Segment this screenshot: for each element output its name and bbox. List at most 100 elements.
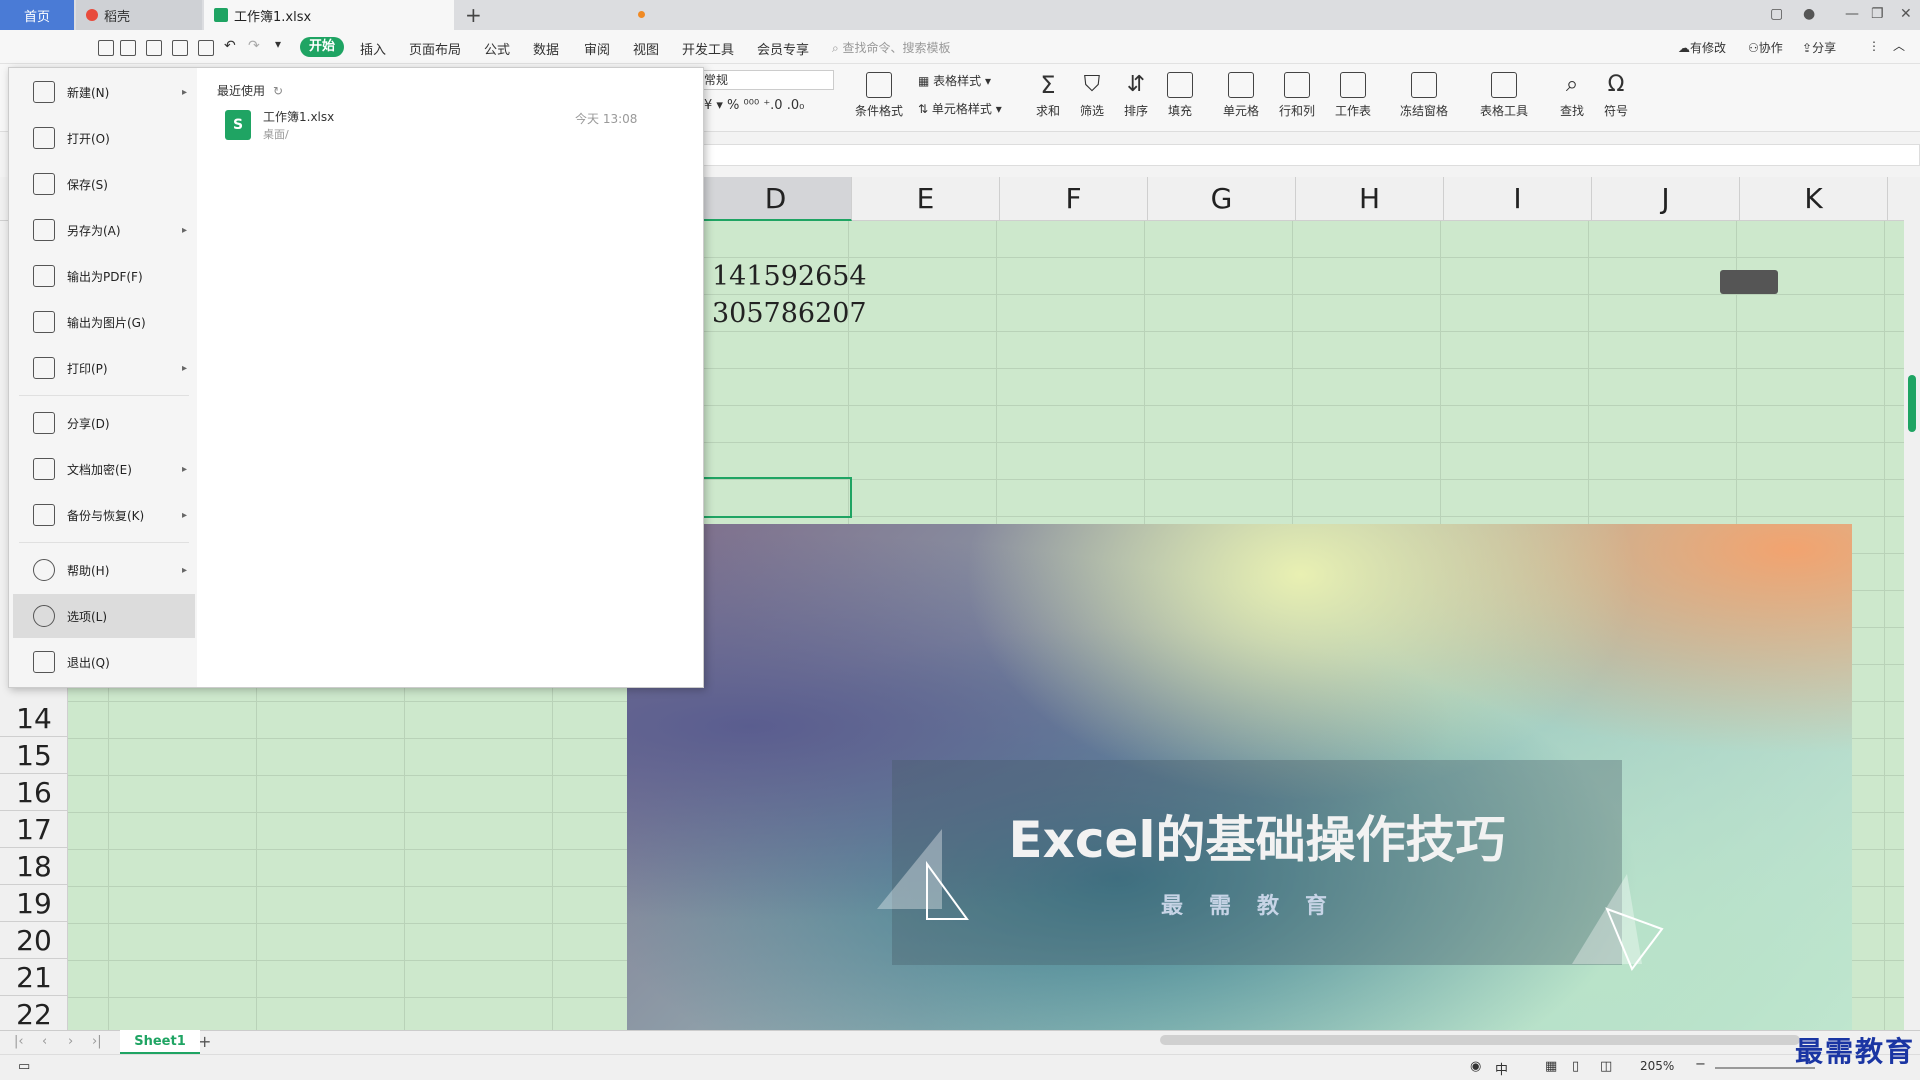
add-sheet-icon[interactable]: +	[198, 1032, 211, 1051]
banner-image[interactable]: Excel的基础操作技巧 最需教育	[627, 524, 1852, 1030]
tab-review[interactable]: 审阅	[584, 39, 610, 58]
menu-item-backup[interactable]: 备份与恢复(K) ▸	[13, 493, 195, 537]
tab-insert[interactable]: 插入	[360, 39, 386, 58]
vertical-scrollbar[interactable]	[1904, 177, 1920, 1030]
undo-icon[interactable]: ↶	[224, 38, 236, 54]
table-tools-button[interactable]: 表格工具	[1474, 72, 1534, 119]
tab-start[interactable]: 开始	[300, 37, 344, 57]
tab-developer[interactable]: 开发工具	[682, 39, 734, 58]
column-header-g[interactable]: G	[1148, 177, 1296, 221]
cell-d2[interactable]: 141592654	[712, 261, 867, 292]
first-sheet-icon[interactable]: |‹	[14, 1034, 24, 1049]
cell-style-button[interactable]: ⇅ 单元格样式 ▾	[918, 100, 1002, 117]
menu-item-open[interactable]: 打开(O)	[13, 116, 195, 160]
menu-item-save[interactable]: 保存(S)	[13, 162, 195, 206]
conditional-format-button[interactable]: 条件格式	[848, 72, 910, 119]
column-header-j[interactable]: J	[1592, 177, 1740, 221]
print-icon[interactable]	[172, 40, 188, 56]
tab-data[interactable]: 数据	[533, 39, 559, 58]
row-header-15[interactable]: 15	[0, 737, 68, 774]
zoom-out-icon[interactable]: −	[1695, 1057, 1706, 1072]
row-header-22[interactable]: 22	[0, 996, 68, 1033]
avatar[interactable]: ●	[1803, 6, 1815, 22]
freeze-panes-button[interactable]: 冻结窗格	[1394, 72, 1454, 119]
zoom-level[interactable]: 205%	[1640, 1059, 1674, 1073]
tab-formula[interactable]: 公式	[484, 39, 510, 58]
vertical-scroll-thumb[interactable]	[1908, 375, 1916, 432]
horizontal-scrollbar[interactable]	[1160, 1035, 1800, 1045]
row-header-21[interactable]: 21	[0, 959, 68, 996]
collapse-ribbon-icon[interactable]: ︿	[1893, 37, 1905, 54]
fill-button[interactable]: 填充	[1162, 72, 1198, 119]
row-header-14[interactable]: 14	[0, 700, 68, 737]
normal-view-icon[interactable]: ▦	[1545, 1059, 1557, 1074]
more-icon[interactable]: ⋮	[1868, 39, 1880, 53]
page-break-view-icon[interactable]: ◫	[1600, 1059, 1612, 1074]
prev-sheet-icon[interactable]: ‹	[42, 1034, 47, 1049]
close-icon[interactable]: ✕	[1900, 6, 1912, 22]
column-header-h[interactable]: H	[1296, 177, 1444, 221]
format-painter-icon[interactable]	[146, 40, 162, 56]
save-icon[interactable]	[120, 40, 136, 56]
last-sheet-icon[interactable]: ›|	[92, 1034, 102, 1049]
tab-docer[interactable]: 稻壳	[76, 0, 202, 30]
row-header-19[interactable]: 19	[0, 885, 68, 922]
float-toolbar-icon[interactable]	[1720, 270, 1778, 294]
formula-input[interactable]	[700, 144, 1920, 166]
sheet-button[interactable]: 工作表	[1330, 72, 1376, 119]
number-format-buttons[interactable]: ¥ ▾ % ⁰⁰⁰ ⁺.0 .0₀	[704, 98, 804, 113]
filter-button[interactable]: ⛉ 筛选	[1074, 72, 1110, 119]
new-tab-button[interactable]: +	[465, 3, 482, 27]
tab-document[interactable]: 工作簿1.xlsx	[204, 0, 645, 30]
new-doc-icon[interactable]	[98, 40, 114, 56]
menu-item-export-image[interactable]: 输出为图片(G)	[13, 300, 195, 344]
restore-icon[interactable]: ❐	[1871, 6, 1884, 22]
menu-item-help[interactable]: 帮助(H) ▸	[13, 548, 195, 592]
layout-icon[interactable]: ▢	[1770, 6, 1783, 22]
cell-d3[interactable]: 305786207	[712, 298, 867, 329]
preview-icon[interactable]	[198, 40, 214, 56]
collaborate-button[interactable]: ⚇协作	[1748, 39, 1783, 56]
column-header-i[interactable]: I	[1444, 177, 1592, 221]
sum-button[interactable]: Σ 求和	[1030, 72, 1066, 119]
next-sheet-icon[interactable]: ›	[68, 1034, 73, 1049]
eye-protect-icon[interactable]: ◉	[1470, 1059, 1481, 1074]
menu-item-export-pdf[interactable]: 输出为PDF(F)	[13, 254, 195, 298]
row-col-button[interactable]: 行和列	[1274, 72, 1320, 119]
column-header-f[interactable]: F	[1000, 177, 1148, 221]
menu-item-options[interactable]: 选项(L)	[13, 594, 195, 638]
row-header-17[interactable]: 17	[0, 811, 68, 848]
selected-cell[interactable]	[700, 477, 852, 518]
minimize-icon[interactable]: —	[1845, 6, 1859, 22]
symbol-button[interactable]: Ω 符号	[1598, 72, 1634, 119]
refresh-icon[interactable]: ↻	[273, 84, 283, 98]
number-format-select[interactable]: 常规	[700, 70, 834, 90]
row-header-16[interactable]: 16	[0, 774, 68, 811]
cell-button[interactable]: 单元格	[1218, 72, 1264, 119]
recent-file-item[interactable]: S 工作簿1.xlsx 桌面/ 今天 13:08	[209, 104, 679, 152]
share-button[interactable]: ⇪分享	[1802, 39, 1836, 56]
menu-item-print[interactable]: 打印(P) ▸	[13, 346, 195, 390]
menu-item-save-as[interactable]: 另存为(A) ▸	[13, 208, 195, 252]
menu-item-encrypt[interactable]: 文档加密(E) ▸	[13, 447, 195, 491]
redo-icon[interactable]: ↷	[248, 38, 260, 54]
tab-member[interactable]: 会员专享	[757, 39, 809, 58]
menu-item-new[interactable]: 新建(N) ▸	[13, 70, 195, 114]
sheet-tab[interactable]: Sheet1	[120, 1030, 200, 1054]
sort-button[interactable]: ⇵ 排序	[1118, 72, 1154, 119]
tab-page-layout[interactable]: 页面布局	[409, 39, 461, 58]
column-header-d[interactable]: D	[700, 177, 852, 221]
modified-button[interactable]: ☁有修改	[1678, 39, 1726, 56]
macro-icon[interactable]: ▭	[18, 1059, 30, 1074]
column-header-k[interactable]: K	[1740, 177, 1888, 221]
input-method-icon[interactable]: 中	[1495, 1059, 1508, 1078]
command-search[interactable]: ⌕ 查找命令、搜索模板	[832, 39, 951, 56]
table-style-button[interactable]: ▦ 表格样式 ▾	[918, 72, 991, 89]
quick-access-more-icon[interactable]: ▾	[275, 37, 281, 51]
menu-item-exit[interactable]: 退出(Q)	[13, 640, 195, 684]
tab-home[interactable]: 首页	[0, 0, 74, 30]
find-button[interactable]: ⌕ 查找	[1554, 72, 1590, 119]
row-header-18[interactable]: 18	[0, 848, 68, 885]
row-header-20[interactable]: 20	[0, 922, 68, 959]
menu-item-share[interactable]: 分享(D)	[13, 401, 195, 445]
